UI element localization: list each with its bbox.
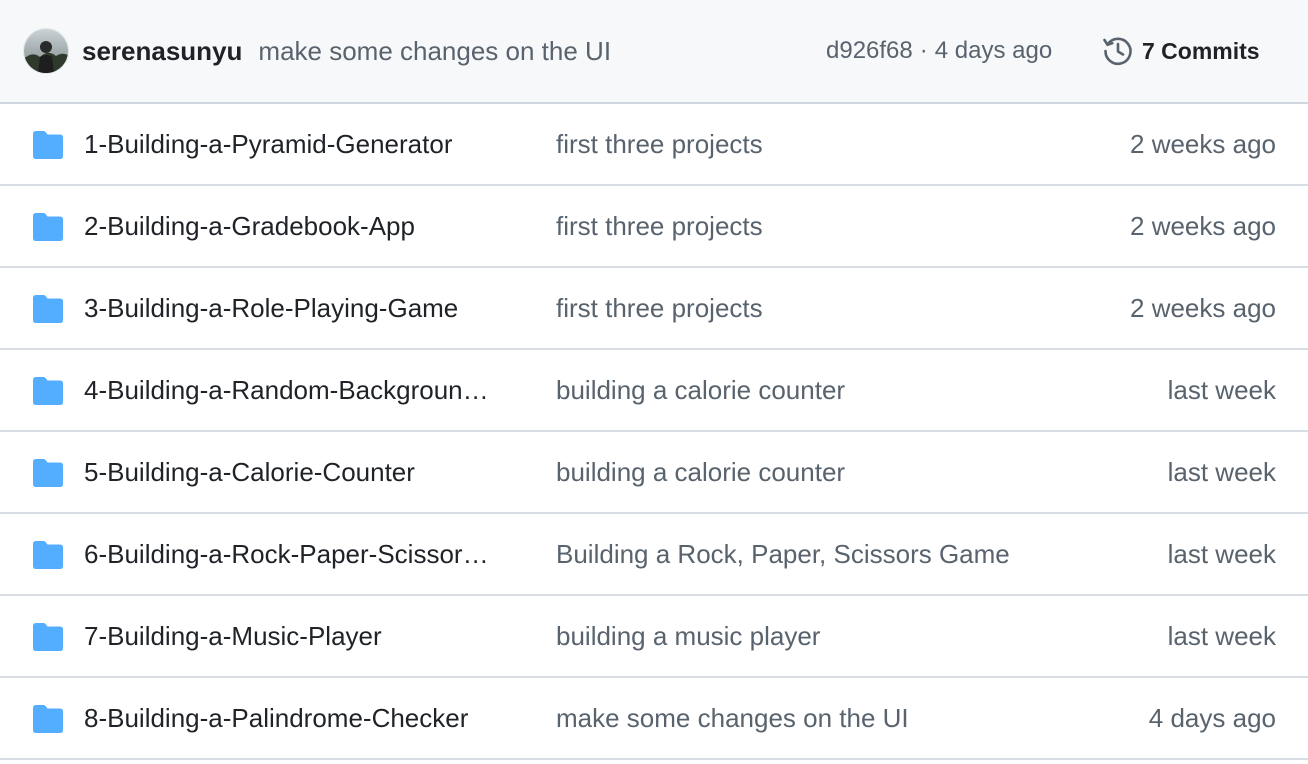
folder-commit-age: 2 weeks ago <box>1130 129 1276 159</box>
folder-icon <box>33 131 63 159</box>
folder-name-link[interactable]: 7-Building-a-Music-Player <box>84 596 382 676</box>
folder-commit-message-link[interactable]: make some changes on the UI <box>556 678 909 758</box>
file-list: 1-Building-a-Pyramid-Generator first thr… <box>0 104 1308 760</box>
folder-commit-message-link[interactable]: building a calorie counter <box>556 432 845 512</box>
folder-commit-age: last week <box>1167 539 1276 569</box>
folder-commit-message-link[interactable]: first three projects <box>556 186 763 266</box>
folder-commit-message-link[interactable]: first three projects <box>556 268 763 348</box>
folder-commit-message-link[interactable]: building a music player <box>556 596 820 676</box>
folder-commit-age: last week <box>1167 375 1276 405</box>
folder-commit-message-link[interactable]: Building a Rock, Paper, Scissors Game <box>556 514 1010 594</box>
folder-icon <box>33 295 63 323</box>
latest-commit-bar: serenasunyu make some changes on the UI … <box>0 0 1308 104</box>
folder-commit-message-link[interactable]: building a calorie counter <box>556 350 845 430</box>
file-row[interactable]: 1-Building-a-Pyramid-Generator first thr… <box>0 104 1308 186</box>
folder-commit-age: 4 days ago <box>1148 703 1276 733</box>
folder-name-link[interactable]: 8-Building-a-Palindrome-Checker <box>84 678 468 758</box>
folder-name-link[interactable]: 2-Building-a-Gradebook-App <box>84 186 415 266</box>
folder-commit-age: 2 weeks ago <box>1130 293 1276 323</box>
folder-name-link[interactable]: 5-Building-a-Calorie-Counter <box>84 432 415 512</box>
file-row[interactable]: 2-Building-a-Gradebook-App first three p… <box>0 186 1308 268</box>
file-browser-panel: serenasunyu make some changes on the UI … <box>0 0 1308 764</box>
commits-history-link[interactable]: 7 Commits <box>1100 0 1260 102</box>
folder-icon <box>33 213 63 241</box>
commit-author-link[interactable]: serenasunyu <box>82 36 242 67</box>
folder-icon <box>33 541 63 569</box>
author-avatar[interactable] <box>24 29 68 73</box>
file-row[interactable]: 8-Building-a-Palindrome-Checker make som… <box>0 678 1308 760</box>
folder-name-link[interactable]: 1-Building-a-Pyramid-Generator <box>84 104 452 184</box>
folder-icon <box>33 623 63 651</box>
folder-name-link[interactable]: 3-Building-a-Role-Playing-Game <box>84 268 458 348</box>
file-row[interactable]: 6-Building-a-Rock-Paper-Scissors-Game Bu… <box>0 514 1308 596</box>
folder-commit-age: last week <box>1167 457 1276 487</box>
folder-name-link[interactable]: 6-Building-a-Rock-Paper-Scissors-Game <box>84 514 494 594</box>
file-row[interactable]: 5-Building-a-Calorie-Counter building a … <box>0 432 1308 514</box>
folder-commit-age: last week <box>1167 621 1276 651</box>
history-icon <box>1100 33 1136 69</box>
folder-icon <box>33 377 63 405</box>
commit-meta-separator: · <box>919 37 928 64</box>
folder-icon <box>33 459 63 487</box>
folder-icon <box>33 705 63 733</box>
folder-commit-age: 2 weeks ago <box>1130 211 1276 241</box>
file-row[interactable]: 3-Building-a-Role-Playing-Game first thr… <box>0 268 1308 350</box>
commits-count-label: 7 Commits <box>1142 37 1260 64</box>
commit-meta: d926f68 · 4 days ago <box>826 0 1052 102</box>
latest-commit-message[interactable]: make some changes on the UI <box>258 36 611 67</box>
folder-commit-message-link[interactable]: first three projects <box>556 104 763 184</box>
commit-sha-link[interactable]: d926f68 <box>826 37 913 65</box>
folder-name-link[interactable]: 4-Building-a-Random-Background-Color-Cha… <box>84 350 494 430</box>
commit-age: 4 days ago <box>934 37 1053 64</box>
file-row[interactable]: 4-Building-a-Random-Background-Color-Cha… <box>0 350 1308 432</box>
file-row[interactable]: 7-Building-a-Music-Player building a mus… <box>0 596 1308 678</box>
